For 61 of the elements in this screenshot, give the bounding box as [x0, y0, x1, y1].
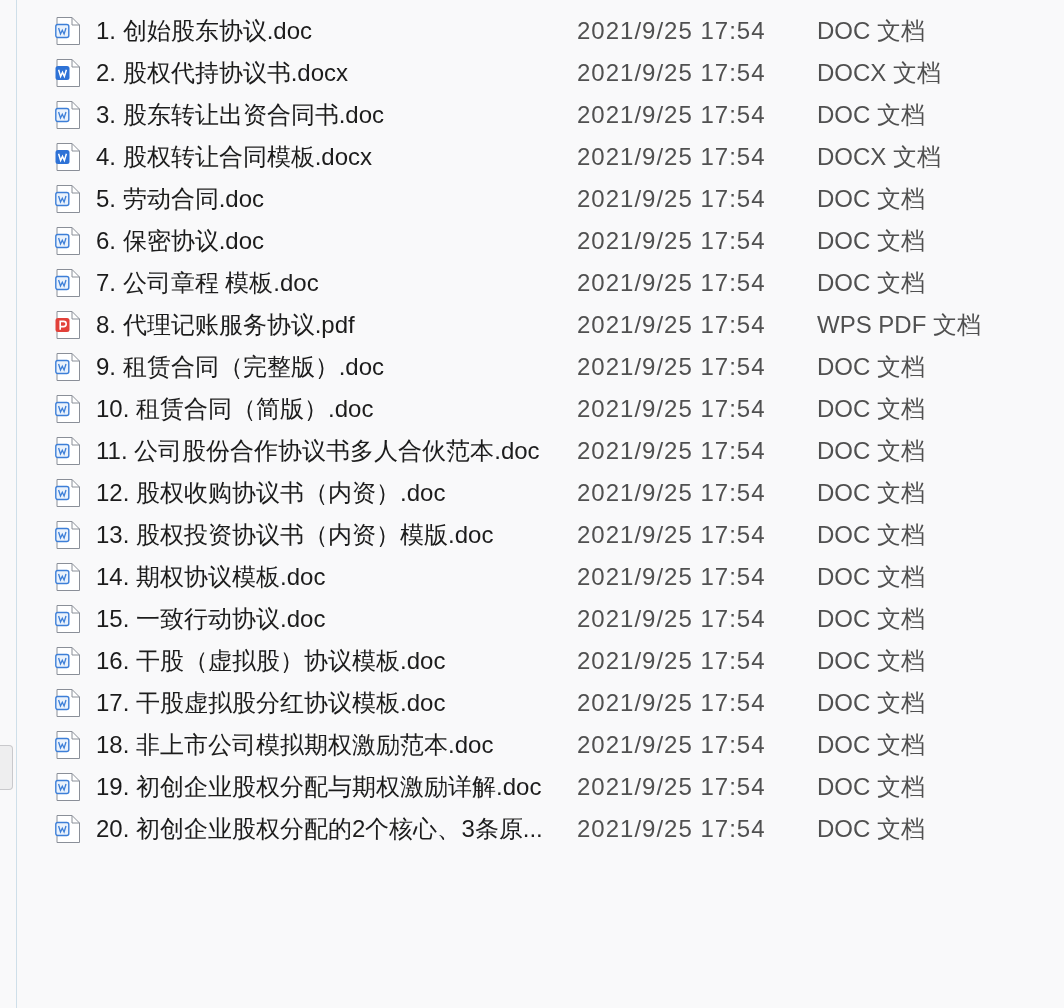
file-type: DOC 文档 [817, 268, 925, 298]
modified-date: 2021/9/25 17:54 [577, 562, 767, 592]
file-type: DOC 文档 [817, 814, 925, 844]
file-name[interactable]: 4. 股权转让合同模板.docx [96, 142, 577, 172]
file-type: WPS PDF 文档 [817, 310, 981, 340]
modified-date: 2021/9/25 17:54 [577, 604, 767, 634]
file-name[interactable]: 16. 干股（虚拟股）协议模板.doc [96, 646, 577, 676]
file-name[interactable]: 20. 初创企业股权分配的2个核心、3条原... [96, 814, 577, 844]
file-type: DOC 文档 [817, 394, 925, 424]
file-name[interactable]: 8. 代理记账服务协议.pdf [96, 310, 577, 340]
file-type: DOC 文档 [817, 688, 925, 718]
modified-date: 2021/9/25 17:54 [577, 16, 767, 46]
file-name[interactable]: 3. 股东转让出资合同书.doc [96, 100, 577, 130]
modified-date: 2021/9/25 17:54 [577, 394, 767, 424]
file-type: DOC 文档 [817, 100, 925, 130]
file-type: DOC 文档 [817, 604, 925, 634]
file-name[interactable]: 15. 一致行动协议.doc [96, 604, 577, 634]
file-type: DOC 文档 [817, 16, 925, 46]
file-type: DOC 文档 [817, 478, 925, 508]
file-type: DOCX 文档 [817, 142, 941, 172]
file-type: DOC 文档 [817, 436, 925, 466]
file-name[interactable]: 1. 创始股东协议.doc [96, 16, 577, 46]
file-name[interactable]: 7. 公司章程 模板.doc [96, 268, 577, 298]
modified-date: 2021/9/25 17:54 [577, 730, 767, 760]
file-name[interactable]: 18. 非上市公司模拟期权激励范本.doc [96, 730, 577, 760]
file-type: DOC 文档 [817, 646, 925, 676]
modified-date: 2021/9/25 17:54 [577, 352, 767, 382]
modified-date: 2021/9/25 17:54 [577, 268, 767, 298]
modified-date: 2021/9/25 17:54 [577, 436, 767, 466]
file-name[interactable]: 6. 保密协议.doc [96, 226, 577, 256]
modified-date: 2021/9/25 17:54 [577, 772, 767, 802]
file-name[interactable]: 13. 股权投资协议书（内资）模版.doc [96, 520, 577, 550]
file-name[interactable]: 11. 公司股份合作协议书多人合伙范本.doc [96, 436, 577, 466]
file-name[interactable]: 2. 股权代持协议书.docx [96, 58, 577, 88]
modified-date: 2021/9/25 17:54 [577, 478, 767, 508]
modified-date: 2021/9/25 17:54 [577, 310, 767, 340]
modified-date: 2021/9/25 17:54 [577, 184, 767, 214]
modified-date: 2021/9/25 17:54 [577, 688, 767, 718]
modified-date: 2021/9/25 17:54 [577, 520, 767, 550]
file-type: DOC 文档 [817, 352, 925, 382]
modified-date: 2021/9/25 17:54 [577, 646, 767, 676]
file-name[interactable]: 12. 股权收购协议书（内资）.doc [96, 478, 577, 508]
modified-date: 2021/9/25 17:54 [577, 814, 767, 844]
splitter-handle[interactable] [0, 745, 13, 790]
file-type: DOC 文档 [817, 226, 925, 256]
file-name[interactable]: 10. 租赁合同（简版）.doc [96, 394, 577, 424]
file-name[interactable]: 14. 期权协议模板.doc [96, 562, 577, 592]
file-type: DOC 文档 [817, 520, 925, 550]
file-name[interactable]: 17. 干股虚拟股分红协议模板.doc [96, 688, 577, 718]
modified-date: 2021/9/25 17:54 [577, 142, 767, 172]
file-type: DOC 文档 [817, 184, 925, 214]
file-type: DOC 文档 [817, 772, 925, 802]
file-type: DOC 文档 [817, 562, 925, 592]
file-name[interactable]: 19. 初创企业股权分配与期权激励详解.doc [96, 772, 577, 802]
file-name[interactable]: 5. 劳动合同.doc [96, 184, 577, 214]
file-type: DOC 文档 [817, 730, 925, 760]
modified-date: 2021/9/25 17:54 [577, 58, 767, 88]
file-name[interactable]: 9. 租赁合同（完整版）.doc [96, 352, 577, 382]
modified-date: 2021/9/25 17:54 [577, 100, 767, 130]
file-type: DOCX 文档 [817, 58, 941, 88]
modified-date: 2021/9/25 17:54 [577, 226, 767, 256]
